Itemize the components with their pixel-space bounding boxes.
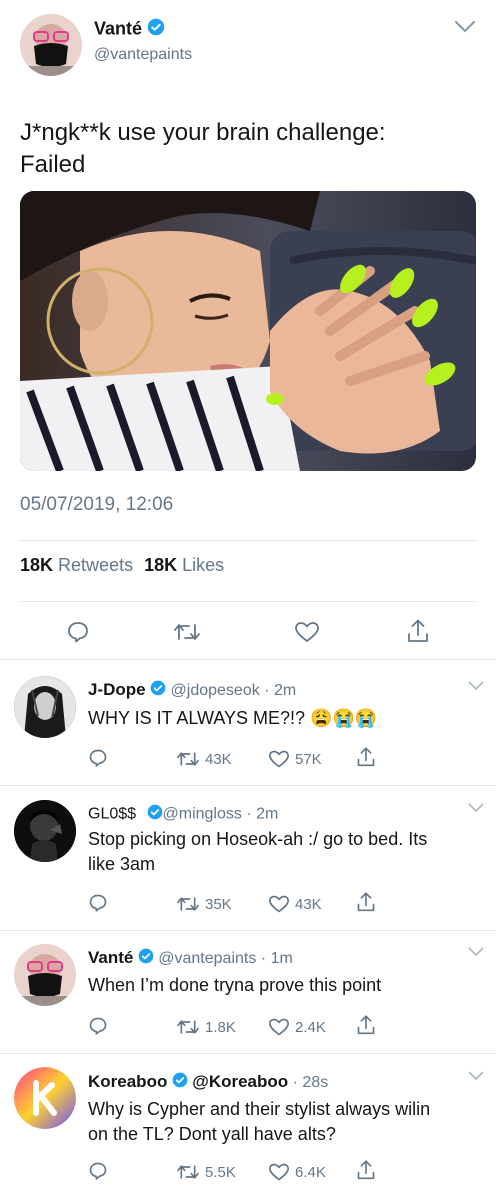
author-name[interactable]: Vanté [94, 18, 142, 38]
reply-author-handle[interactable]: @jdopeseok [171, 682, 260, 699]
retweets-label[interactable]: Retweets [58, 555, 133, 575]
divider [0, 1053, 496, 1054]
reply-text: Stop picking on Hoseok-ah :/ go to bed. … [88, 827, 427, 877]
reply-avatar[interactable] [14, 944, 76, 1006]
like-icon [268, 749, 290, 769]
reply-header: J-Dope @jdopeseok · 2m [88, 680, 296, 701]
share-icon[interactable] [356, 891, 376, 913]
reply-avatar[interactable] [14, 1067, 76, 1129]
verified-badge-icon [150, 680, 166, 701]
chevron-down-icon[interactable] [468, 944, 484, 962]
retweet-action[interactable]: 35K [176, 894, 232, 914]
reply-author-handle[interactable]: @mingloss [163, 806, 242, 823]
retweet-icon [176, 1162, 200, 1182]
reply-text-line: Stop picking on Hoseok-ah :/ go to bed. … [88, 829, 428, 849]
like-count: 57K [295, 750, 322, 768]
like-action[interactable]: 43K [268, 894, 322, 914]
divider [0, 930, 496, 931]
verified-badge-icon [138, 948, 154, 969]
reply-author-name[interactable]: Koreaboo [88, 1072, 167, 1091]
retweet-action[interactable]: 5.5K [176, 1162, 236, 1182]
reply-avatar[interactable] [14, 676, 76, 738]
reply-author-name[interactable]: Vanté [88, 948, 133, 967]
retweet-count: 5.5K [205, 1163, 236, 1181]
reply-icon[interactable] [66, 620, 90, 644]
retweet-icon [176, 894, 200, 914]
reply-text-line: like 3am [88, 854, 156, 874]
reply-header: Koreaboo @Koreaboo · 28s [88, 1072, 328, 1093]
reply-text: WHY IS IT ALWAYS ME?!? 😩😭😭 [88, 706, 377, 731]
reply-icon[interactable] [88, 1161, 108, 1181]
likes-count[interactable]: 18K [144, 555, 177, 575]
like-count: 43K [295, 895, 322, 913]
tweet-photo[interactable] [20, 191, 476, 471]
reply-author-handle[interactable]: @vantepaints [158, 950, 256, 967]
reply-icon[interactable] [88, 893, 108, 913]
retweet-count: 35K [205, 895, 232, 913]
reply-author-name[interactable]: J-Dope [88, 680, 146, 699]
verified-badge-icon [147, 18, 165, 41]
reply-author-name[interactable]: GL0$$ [88, 806, 136, 823]
reply-icon[interactable] [88, 748, 108, 768]
like-count: 6.4K [295, 1163, 326, 1181]
divider [0, 785, 496, 786]
tweet-text: J*ngk**k use your brain challenge: Faile… [20, 117, 386, 181]
share-icon[interactable] [356, 746, 376, 768]
tweet-stats: 18K Retweets 18K Likes [20, 555, 224, 576]
reply-icon[interactable] [88, 1016, 108, 1036]
reply-text: When I’m done tryna prove this point [88, 975, 382, 995]
verified-badge-icon [172, 1072, 188, 1093]
tweet-text-line: Failed [20, 151, 86, 178]
chevron-down-icon[interactable] [454, 20, 476, 39]
like-icon[interactable] [294, 620, 320, 644]
like-icon [268, 1162, 290, 1182]
divider [0, 659, 496, 660]
like-action[interactable]: 6.4K [268, 1162, 326, 1182]
retweet-icon [176, 749, 200, 769]
author-name-row[interactable]: Vanté [94, 18, 165, 41]
author-avatar[interactable] [20, 14, 82, 76]
reply-header: GL0$$ @mingloss · 2m [88, 804, 278, 825]
share-icon[interactable] [406, 618, 430, 644]
share-icon[interactable] [356, 1159, 376, 1181]
retweet-icon[interactable] [173, 620, 201, 644]
reply-header: Vanté @vantepaints · 1m [88, 948, 293, 969]
retweet-action[interactable]: 1.8K [176, 1017, 236, 1037]
like-action[interactable]: 2.4K [268, 1017, 326, 1037]
emoji: 😩😭😭 [310, 708, 378, 728]
retweet-count: 43K [205, 750, 232, 768]
reply-text: Why is Cypher and their stylist always w… [88, 1097, 430, 1147]
tweet-timestamp[interactable]: 05/07/2019, 12:06 [20, 494, 173, 516]
author-handle[interactable]: @vantepaints [94, 46, 192, 64]
chevron-down-icon[interactable] [468, 1068, 484, 1086]
reply-time: · 28s [292, 1074, 329, 1091]
likes-label[interactable]: Likes [182, 555, 224, 575]
reply-text-line: Why is Cypher and their stylist always w… [88, 1099, 431, 1119]
reply-time: · 1m [260, 950, 293, 967]
share-icon[interactable] [356, 1014, 376, 1036]
like-count: 2.4K [295, 1018, 326, 1036]
like-action[interactable]: 57K [268, 749, 322, 769]
tweet-text-line: J*ngk**k use your brain challenge: [20, 119, 386, 146]
like-icon [268, 1017, 290, 1037]
reply-avatar[interactable] [14, 800, 76, 862]
reply-author-handle[interactable]: @Koreaboo [192, 1072, 288, 1091]
retweet-action[interactable]: 43K [176, 749, 232, 769]
reply-time: · 2m [264, 682, 297, 699]
reply-time: · 2m [246, 805, 279, 823]
retweet-icon [176, 1017, 200, 1037]
like-icon [268, 894, 290, 914]
verified-badge-icon [147, 804, 163, 825]
reply-text-body: WHY IS IT ALWAYS ME?!? [88, 708, 306, 728]
chevron-down-icon[interactable] [468, 678, 484, 696]
retweets-count[interactable]: 18K [20, 555, 53, 575]
divider [20, 540, 476, 541]
retweet-count: 1.8K [205, 1018, 236, 1036]
divider [20, 601, 476, 602]
chevron-down-icon[interactable] [468, 800, 484, 818]
reply-text-line: on the TL? Dont yall have alts? [88, 1124, 336, 1144]
